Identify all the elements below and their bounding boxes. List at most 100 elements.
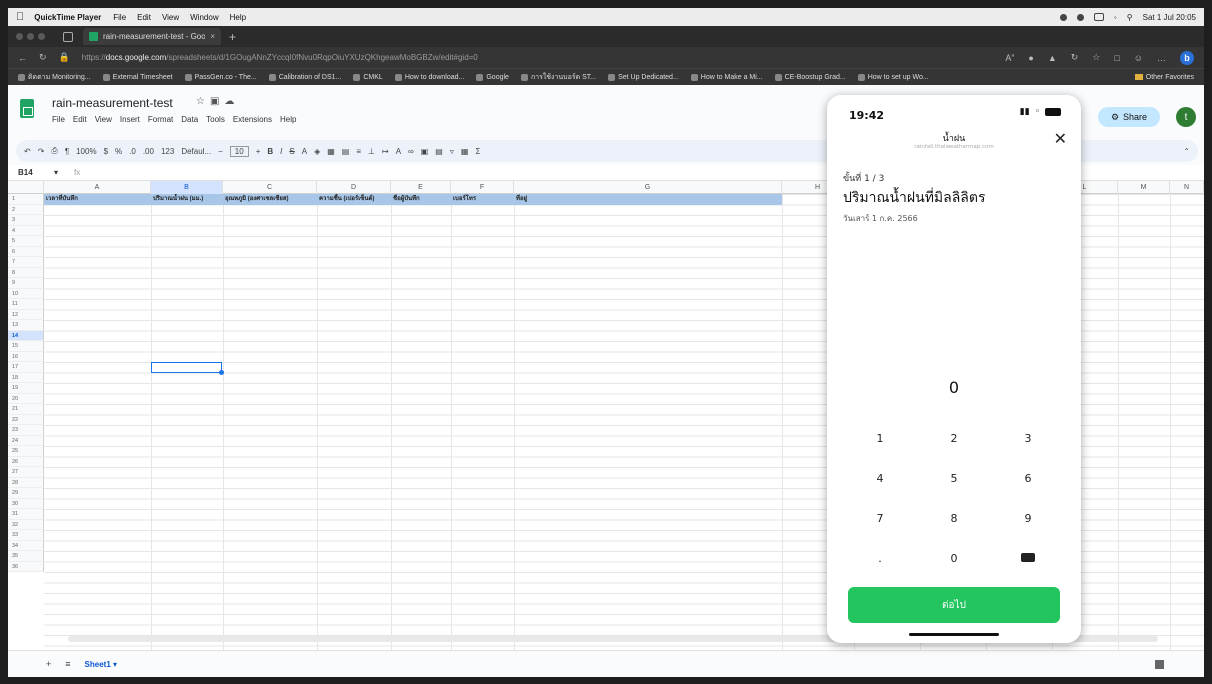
- header-cell[interactable]: เวลาที่บันทึก: [44, 194, 151, 205]
- close-window-button[interactable]: [16, 33, 23, 40]
- column-header[interactable]: A: [44, 181, 151, 194]
- read-aloud-icon[interactable]: A”: [1005, 53, 1014, 63]
- row-header[interactable]: 36: [8, 561, 44, 572]
- key-9[interactable]: 9: [991, 510, 1065, 528]
- row-header[interactable]: 28: [8, 477, 44, 488]
- bookmark-item[interactable]: Set Up Dedicated...: [608, 73, 679, 81]
- browser-tab[interactable]: rain-measurement-test - Goo ×: [83, 28, 221, 45]
- menu-format[interactable]: Format: [148, 115, 173, 124]
- key-1[interactable]: 1: [843, 430, 917, 448]
- more-icon[interactable]: …: [1157, 53, 1166, 63]
- header-cell[interactable]: อุณหภูมิ (องศาเซลเซียส): [223, 194, 317, 205]
- share-button[interactable]: ⚙ Share: [1098, 107, 1160, 127]
- sheets-logo-icon[interactable]: [20, 99, 34, 118]
- column-header[interactable]: F: [451, 181, 514, 194]
- key-2[interactable]: 2: [917, 430, 991, 448]
- key-5[interactable]: 5: [917, 470, 991, 488]
- wifi-icon[interactable]: ◦: [1114, 13, 1117, 22]
- text-wrap-icon[interactable]: ↦: [382, 147, 389, 156]
- font-size-field[interactable]: 10: [229, 145, 249, 157]
- bookmark-item[interactable]: ติดตาม Monitoring...: [18, 72, 91, 83]
- all-sheets-icon[interactable]: ≡: [65, 659, 70, 669]
- row-header[interactable]: 34: [8, 540, 44, 551]
- header-cell[interactable]: ที่อยู่: [514, 194, 782, 205]
- row-header[interactable]: 2: [8, 204, 44, 215]
- row-header[interactable]: 30: [8, 498, 44, 509]
- paint-format-icon[interactable]: ¶: [65, 147, 69, 156]
- fill-color-icon[interactable]: ◈: [314, 147, 320, 156]
- chart-icon[interactable]: ▤: [435, 147, 443, 156]
- backspace-key[interactable]: [991, 550, 1065, 568]
- battery-icon[interactable]: [1093, 13, 1104, 21]
- favorites-icon[interactable]: ☆: [1092, 52, 1100, 63]
- row-header[interactable]: 21: [8, 404, 44, 415]
- bookmark-item[interactable]: How to set up Wo...: [857, 73, 929, 81]
- chevron-up-icon[interactable]: ⌃: [1183, 147, 1190, 156]
- row-header[interactable]: 5: [8, 236, 44, 247]
- extension-icon[interactable]: ▲: [1048, 53, 1057, 63]
- menu-edit[interactable]: Edit: [73, 115, 87, 124]
- comment-icon[interactable]: ▣: [421, 147, 429, 156]
- row-header[interactable]: 3: [8, 215, 44, 226]
- increase-decimal-icon[interactable]: .00: [143, 147, 154, 156]
- percent-format-icon[interactable]: %: [115, 147, 122, 156]
- menubar-app-name[interactable]: QuickTime Player: [34, 13, 101, 22]
- row-header[interactable]: 9: [8, 278, 44, 289]
- new-tab-button[interactable]: +: [229, 30, 236, 44]
- column-header[interactable]: E: [391, 181, 451, 194]
- menubar-item-file[interactable]: File: [113, 13, 126, 22]
- header-cell[interactable]: ความชื้น (เปอร์เซ็นต์): [317, 194, 391, 205]
- row-header[interactable]: 1: [8, 194, 44, 205]
- row-header[interactable]: 17: [8, 362, 44, 373]
- row-header[interactable]: 19: [8, 383, 44, 394]
- extension-icon[interactable]: ●: [1028, 53, 1033, 63]
- menu-help[interactable]: Help: [280, 115, 296, 124]
- bold-icon[interactable]: B: [267, 147, 273, 156]
- row-header[interactable]: 33: [8, 530, 44, 541]
- menu-data[interactable]: Data: [181, 115, 198, 124]
- profile-icon[interactable]: ☺: [1134, 53, 1143, 63]
- merge-cells-icon[interactable]: ▤: [342, 147, 350, 156]
- add-sheet-icon[interactable]: +: [46, 659, 51, 669]
- filter-views-icon[interactable]: ▦: [461, 147, 469, 156]
- decrease-font-icon[interactable]: −: [218, 147, 223, 156]
- selected-cell[interactable]: [151, 362, 224, 375]
- text-rotation-icon[interactable]: A: [396, 147, 401, 156]
- row-header[interactable]: 20: [8, 393, 44, 404]
- menubar-datetime[interactable]: Sat 1 Jul 20:05: [1143, 13, 1196, 22]
- row-header[interactable]: 29: [8, 488, 44, 499]
- row-header[interactable]: 27: [8, 467, 44, 478]
- row-header[interactable]: 10: [8, 288, 44, 299]
- row-header[interactable]: 22: [8, 414, 44, 425]
- print-icon[interactable]: ⎙: [51, 146, 57, 156]
- menu-extensions[interactable]: Extensions: [233, 115, 272, 124]
- menubar-item-edit[interactable]: Edit: [137, 13, 151, 22]
- menu-tools[interactable]: Tools: [206, 115, 225, 124]
- status-icon[interactable]: [1076, 13, 1084, 21]
- bookmark-item[interactable]: External Timesheet: [102, 73, 173, 81]
- row-header[interactable]: 35: [8, 551, 44, 562]
- row-header[interactable]: 12: [8, 309, 44, 320]
- minimize-window-button[interactable]: [27, 33, 34, 40]
- row-header[interactable]: 7: [8, 257, 44, 268]
- collections-icon[interactable]: □: [1114, 53, 1119, 63]
- explore-icon[interactable]: [1155, 659, 1164, 669]
- redo-icon[interactable]: ↷: [38, 147, 45, 156]
- column-header[interactable]: G: [514, 181, 782, 194]
- zoom-select[interactable]: 100%: [76, 147, 96, 156]
- key-0[interactable]: 0: [917, 550, 991, 568]
- reload-icon[interactable]: ↻: [39, 52, 47, 63]
- key-decimal[interactable]: .: [843, 550, 917, 568]
- currency-format-icon[interactable]: $: [104, 147, 108, 156]
- menubar-item-window[interactable]: Window: [190, 13, 218, 22]
- header-cell[interactable]: ปริมาณน้ำฝน (มม.): [151, 194, 223, 205]
- row-header[interactable]: 11: [8, 299, 44, 310]
- close-tab-icon[interactable]: ×: [210, 32, 215, 41]
- horizontal-align-icon[interactable]: ≡: [356, 147, 361, 156]
- bookmark-item[interactable]: Google: [476, 73, 509, 81]
- refresh-extension-icon[interactable]: ↻: [1071, 52, 1079, 63]
- borders-icon[interactable]: ▦: [327, 147, 335, 156]
- key-7[interactable]: 7: [843, 510, 917, 528]
- account-avatar[interactable]: t: [1176, 107, 1196, 127]
- row-header[interactable]: 6: [8, 246, 44, 257]
